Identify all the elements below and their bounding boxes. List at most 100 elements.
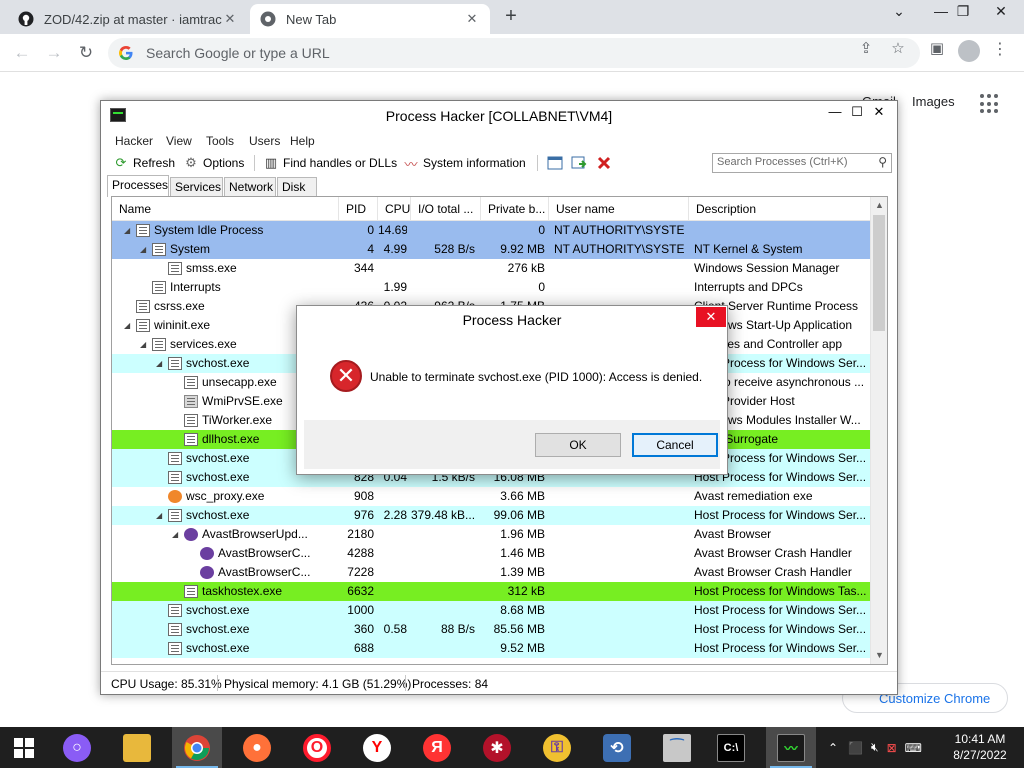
tab-network[interactable]: Network [224, 177, 276, 197]
system-information-button[interactable]: 〰 System information [403, 154, 525, 172]
system-info-graph-icon: 〰 [404, 156, 418, 172]
new-tab-button[interactable]: + [500, 6, 522, 28]
process-row[interactable]: ◢ AvastBrowserUpd... 2180 1.96 MB Avast Brow… [112, 525, 872, 544]
process-hacker-taskbar-icon[interactable]: 〰 [766, 727, 816, 768]
column-io-total[interactable]: I/O total ... [411, 197, 481, 221]
avast-secure-browser-icon[interactable]: ✱ [472, 727, 522, 768]
firefox-icon[interactable]: ● [232, 727, 282, 768]
scroll-down-icon[interactable]: ▼ [871, 647, 887, 664]
chrome-tab-new-tab[interactable]: New Tab ✕ [250, 4, 490, 34]
refresh-button[interactable]: ⟳ Refresh [113, 154, 175, 172]
apps-grid-icon[interactable] [980, 94, 1000, 114]
process-row[interactable]: AvastBrowserC... 4288 1.46 MB Avast Browser… [112, 544, 872, 563]
window-go-icon[interactable] [571, 155, 587, 171]
more-menu-icon[interactable]: ⋮ [988, 38, 1012, 62]
system-tray: ⌃ ⬛ 🔇︎ ⊠ ⌨ [828, 727, 922, 768]
ok-button[interactable]: OK [535, 433, 621, 457]
process-row[interactable]: svchost.exe 688 9.52 MB Host Process for Wi… [112, 639, 872, 658]
chrome-taskbar-icon[interactable] [172, 727, 222, 768]
share-icon[interactable]: ⇪ [855, 38, 877, 60]
column-name[interactable]: Name [112, 197, 339, 221]
command-prompt-icon[interactable]: C:\ [706, 727, 756, 768]
menu-help[interactable]: Help [290, 134, 315, 148]
omnibox[interactable]: Search Google or type a URL [108, 38, 920, 68]
tab-services[interactable]: Services [170, 177, 223, 197]
cortana-icon[interactable]: ○ [52, 727, 102, 768]
close-icon[interactable]: ✕ [857, 101, 897, 123]
forward-icon[interactable]: → [43, 42, 65, 64]
process-cpu [378, 544, 407, 563]
menu-tools[interactable]: Tools [206, 134, 234, 148]
dialog-message: Unable to terminate svchost.exe (PID 100… [370, 370, 703, 384]
menu-view[interactable]: View [166, 134, 192, 148]
chevron-up-icon[interactable]: ⌃ [828, 741, 838, 755]
column-private-bytes[interactable]: Private b... [481, 197, 549, 221]
column-pid[interactable]: PID [339, 197, 378, 221]
tree-collapse-arrow-icon[interactable]: ◢ [156, 506, 166, 525]
volume-muted-icon[interactable]: 🔇︎ [871, 740, 879, 755]
dialog-close-icon[interactable]: ✕ [696, 307, 726, 327]
tab-processes[interactable]: Processes [107, 175, 169, 197]
process-hacker-titlebar[interactable]: Process Hacker [COLLABNET\VM4] — ☐ ✕ [101, 101, 897, 131]
profile-avatar[interactable] [958, 40, 980, 62]
column-cpu[interactable]: CPU [378, 197, 411, 221]
tree-collapse-arrow-icon[interactable]: ◢ [124, 316, 134, 335]
tab-close-icon[interactable]: ✕ [464, 11, 480, 27]
yandex-browser-icon[interactable]: Y [352, 727, 402, 768]
terminate-x-icon[interactable] [596, 155, 612, 171]
keyboard-icon[interactable]: ⌨ [905, 741, 922, 755]
process-row[interactable]: AvastBrowserC... 7228 1.39 MB Avast Browser… [112, 563, 872, 582]
menu-users[interactable]: Users [249, 134, 280, 148]
process-row[interactable]: wsc_proxy.exe 908 3.66 MB Avast remediation… [112, 487, 872, 506]
chevron-down-icon[interactable]: ⌄ [876, 0, 922, 30]
process-row[interactable]: ◢ System Idle Process 0 14.69 0 NT AUTHORITY\… [112, 221, 872, 240]
tab-close-icon[interactable]: ✕ [222, 11, 238, 27]
process-row[interactable]: ◢ System 4 4.99 528 B/s 9.92 MB NT AUTHORITY\S… [112, 240, 872, 259]
options-button[interactable]: ⚙ Options [183, 154, 244, 172]
tree-collapse-arrow-icon[interactable]: ◢ [140, 240, 150, 259]
search-processes-input[interactable]: Search Processes (Ctrl+K) ⚲ [712, 153, 892, 173]
taskbar-clock[interactable]: 10:41 AM 8/27/2022 [945, 731, 1015, 763]
process-io [411, 601, 475, 620]
back-icon[interactable]: ← [11, 42, 33, 64]
camera-icon[interactable]: ⬛ [848, 741, 863, 755]
tab-disk[interactable]: Disk [277, 177, 317, 197]
vertical-scrollbar[interactable]: ▲ ▼ [870, 197, 887, 664]
process-row[interactable]: smss.exe 344 276 kB Windows Session Manager [112, 259, 872, 278]
performance-monitor-icon[interactable]: ⁀ [652, 727, 702, 768]
menu-hacker[interactable]: Hacker [115, 134, 153, 148]
file-explorer-icon[interactable] [112, 727, 162, 768]
process-desc: Host Process for Windows Ser... [694, 508, 867, 522]
process-row[interactable]: taskhostex.exe 6632 312 kB Host Process for… [112, 582, 872, 601]
tree-collapse-arrow-icon[interactable]: ◢ [156, 354, 166, 373]
tor-browser-icon[interactable]: ⚿ [532, 727, 582, 768]
process-row[interactable]: svchost.exe 360 0.58 88 B/s 85.56 MB Host Pro… [112, 620, 872, 639]
chrome-tab-github[interactable]: ZOD/42.zip at master · iamtraction ✕ [8, 4, 248, 34]
tree-collapse-arrow-icon[interactable]: ◢ [172, 525, 182, 544]
opera-icon[interactable]: O [292, 727, 342, 768]
network-disconnected-icon[interactable]: ⊠ [887, 741, 897, 755]
scroll-up-icon[interactable]: ▲ [871, 197, 887, 214]
tree-collapse-arrow-icon[interactable]: ◢ [140, 335, 150, 354]
windows-start-icon[interactable] [0, 727, 48, 768]
column-description[interactable]: Description [689, 197, 872, 221]
bookmark-star-icon[interactable]: ☆ [887, 38, 909, 60]
yandex-icon[interactable]: Я [412, 727, 462, 768]
close-icon[interactable]: ✕ [978, 0, 1024, 30]
process-row[interactable]: ◢ svchost.exe 976 2.28 379.48 kB... 99.06 MB H… [112, 506, 872, 525]
process-io [411, 487, 475, 506]
find-handles-button[interactable]: ▥ Find handles or DLLs [263, 154, 397, 172]
scrollbar-thumb[interactable] [873, 215, 885, 331]
tree-collapse-arrow-icon[interactable]: ◢ [124, 221, 134, 240]
window-icon[interactable] [547, 155, 563, 171]
reload-icon[interactable]: ↻ [75, 42, 97, 64]
cancel-button[interactable]: Cancel [632, 433, 718, 457]
images-link[interactable]: Images [912, 94, 955, 109]
options-label: Options [203, 156, 245, 170]
remote-desktop-icon[interactable]: ⟲ [592, 727, 642, 768]
process-row[interactable]: svchost.exe 1000 8.68 MB Host Process for W… [112, 601, 872, 620]
side-panel-icon[interactable]: ▣ [926, 38, 948, 60]
process-row[interactable]: Interrupts 1.99 0 Interrupts and DPCs [112, 278, 872, 297]
omnibox-placeholder: Search Google or type a URL [146, 45, 330, 61]
column-user-name[interactable]: User name [549, 197, 689, 221]
